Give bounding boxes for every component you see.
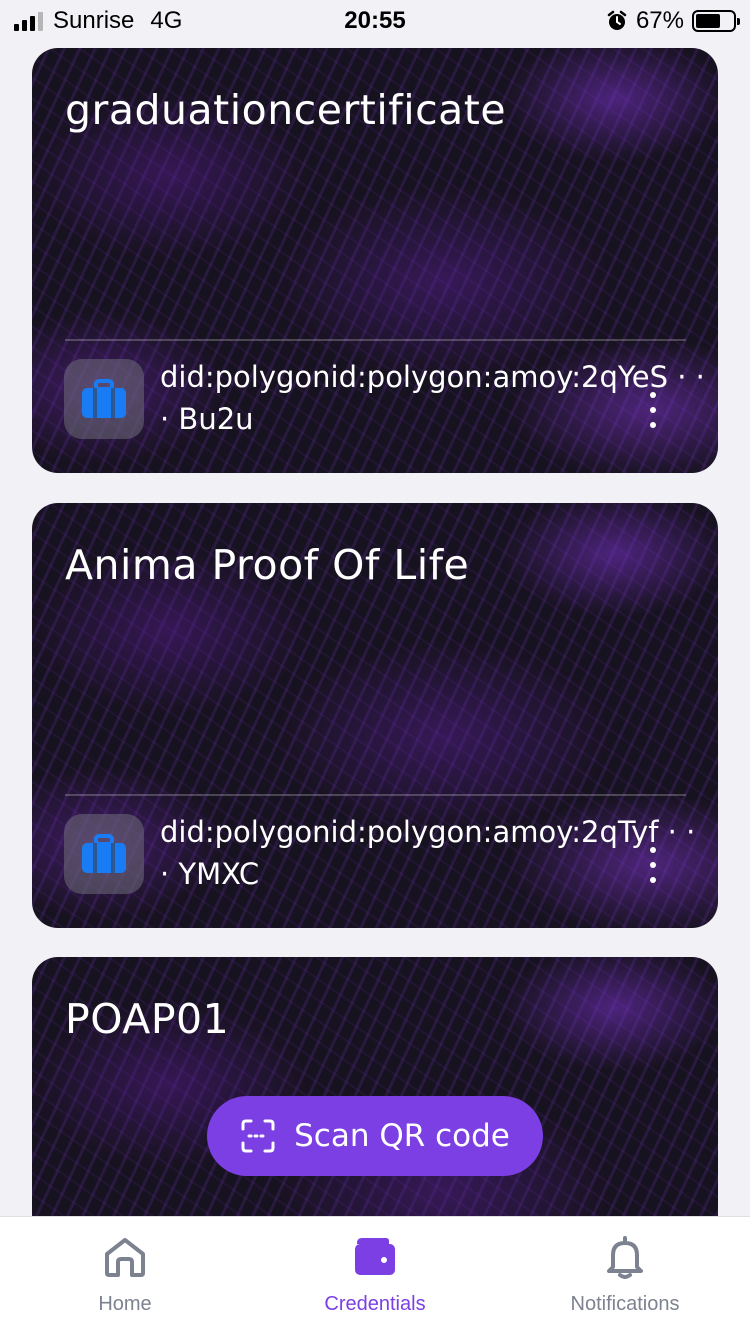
issuer-did-line1: did:polygonid:polygon:amoy:2qYeS · ·: [160, 360, 705, 394]
card-divider: [65, 339, 686, 341]
issuer-avatar: [64, 359, 144, 439]
issuer-did-line1: did:polygonid:polygon:amoy:2qTyf · ·: [160, 815, 696, 849]
tab-credentials[interactable]: Credentials: [250, 1235, 500, 1316]
issuer-did: did:polygonid:polygon:amoy:2qTyf · · · Y…: [160, 811, 718, 895]
issuer-avatar: [64, 814, 144, 894]
issuer-did-line2: · Bu2u: [160, 402, 254, 436]
credential-title: POAP01: [65, 995, 230, 1043]
issuer-did: did:polygonid:polygon:amoy:2qYeS · · · B…: [160, 356, 718, 440]
credential-title: graduationcertificate: [65, 86, 507, 134]
credential-card[interactable]: graduationcertificate did:polygonid:poly…: [32, 48, 718, 473]
status-bar: Sunrise 4G 20:55 67%: [0, 0, 750, 40]
home-icon: [105, 1238, 145, 1277]
bell-icon: [607, 1236, 643, 1279]
card-divider: [65, 794, 686, 796]
issuer-did-line2: · YMXC: [160, 857, 260, 891]
battery-icon: [692, 10, 740, 32]
qr-scan-icon: [241, 1119, 275, 1153]
briefcase-icon: [82, 379, 126, 418]
scan-qr-button[interactable]: Scan QR code: [207, 1096, 543, 1176]
more-options-icon[interactable]: [646, 392, 660, 428]
tab-home-label: Home: [98, 1293, 152, 1315]
briefcase-icon: [82, 834, 126, 873]
scan-qr-label: Scan QR code: [294, 1118, 510, 1154]
battery-fill: [696, 14, 721, 28]
tab-credentials-label: Credentials: [324, 1293, 426, 1315]
more-options-icon[interactable]: [646, 847, 660, 883]
status-right: 67%: [606, 7, 740, 35]
tab-bar: Home Credentials Notifications: [0, 1216, 750, 1334]
tab-notifications[interactable]: Notifications: [500, 1235, 750, 1316]
tab-home[interactable]: Home: [0, 1235, 250, 1316]
battery-percent: 67%: [635, 7, 684, 34]
wallet-icon: [355, 1238, 395, 1275]
tab-notifications-label: Notifications: [570, 1293, 680, 1315]
alarm-icon: [607, 10, 627, 30]
credential-card[interactable]: Anima Proof Of Life did:polygonid:polygo…: [32, 503, 718, 928]
credential-title: Anima Proof Of Life: [65, 541, 470, 589]
